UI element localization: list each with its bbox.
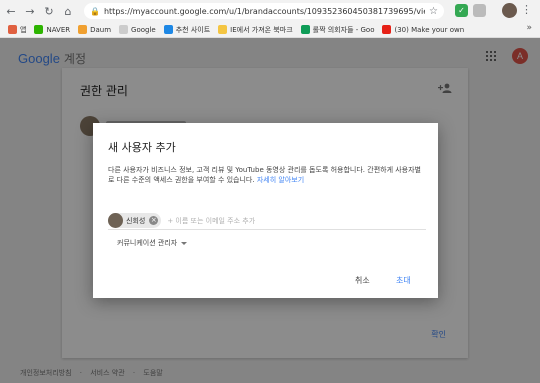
bookmark-sheets[interactable]: 롤짝 의회자들 - Goo (300, 25, 374, 35)
chip-name: 신회성 (126, 216, 146, 225)
bookmark-naver[interactable]: NAVER (34, 25, 70, 34)
lock-icon: 🔒 (90, 6, 100, 16)
bookmark-star-icon[interactable]: ☆ (429, 6, 438, 17)
add-user-dialog: 새 사용자 추가 다른 사용자가 비즈니스 정보, 고객 리뷰 및 YouTub… (93, 123, 438, 298)
chip-avatar (108, 213, 123, 228)
bookmark-suggested[interactable]: 추천 사이트 (163, 25, 210, 35)
chip-remove-icon[interactable]: × (149, 216, 159, 225)
back-icon[interactable]: ← (4, 4, 18, 18)
extension-shield-icon[interactable]: ✓ (455, 4, 468, 17)
role-dropdown[interactable]: 커뮤니케이션 관리자 (117, 238, 188, 248)
extension-icon[interactable] (473, 4, 486, 17)
apps-grid-icon (8, 25, 17, 34)
role-label: 커뮤니케이션 관리자 (117, 239, 178, 247)
cancel-button[interactable]: 취소 (355, 275, 370, 286)
url-text: https://myaccount.google.com/u/1/brandac… (103, 6, 426, 16)
bookmark-ie-folder[interactable]: IE에서 가져온 북마크 (218, 25, 293, 35)
user-chip: 신회성 × (108, 213, 162, 228)
forward-icon[interactable]: → (23, 4, 37, 18)
learn-more-link[interactable]: 자세히 알아보기 (257, 176, 304, 184)
browser-menu-icon[interactable]: ⋮ (521, 3, 532, 16)
youtube-icon (382, 25, 392, 34)
home-icon[interactable]: ⌂ (61, 4, 75, 18)
bookmark-apps[interactable]: 앱 (8, 25, 26, 35)
user-input-field[interactable]: 신회성 × + 이름 또는 이메일 주소 추가 (108, 212, 426, 230)
folder-icon (218, 25, 228, 34)
dialog-description: 다른 사용자가 비즈니스 정보, 고객 리뷰 및 YouTube 동영상 관리를… (108, 165, 426, 185)
bookmarks-more-icon[interactable]: » (526, 23, 532, 33)
address-bar[interactable]: 🔒 https://myaccount.google.com/u/1/brand… (84, 3, 444, 19)
bookmarks-bar: 앱 NAVER Daum Google 추천 사이트 IE에서 가져온 북마크 … (0, 22, 540, 38)
caret-down-icon (181, 241, 188, 245)
reload-icon[interactable]: ↻ (42, 4, 56, 18)
bing-icon (163, 25, 173, 34)
sheets-icon (300, 25, 310, 34)
google-icon (119, 25, 129, 34)
bookmark-daum[interactable]: Daum (78, 25, 111, 34)
naver-icon (34, 25, 44, 34)
bookmark-youtube[interactable]: (30) Make your own (382, 25, 464, 34)
dialog-title: 새 사용자 추가 (108, 141, 176, 154)
daum-icon (78, 25, 88, 34)
bookmark-google[interactable]: Google (119, 25, 156, 34)
invite-button[interactable]: 초대 (396, 275, 411, 286)
add-name-or-email-input[interactable]: + 이름 또는 이메일 주소 추가 (167, 216, 255, 226)
browser-profile-avatar[interactable] (502, 3, 517, 18)
